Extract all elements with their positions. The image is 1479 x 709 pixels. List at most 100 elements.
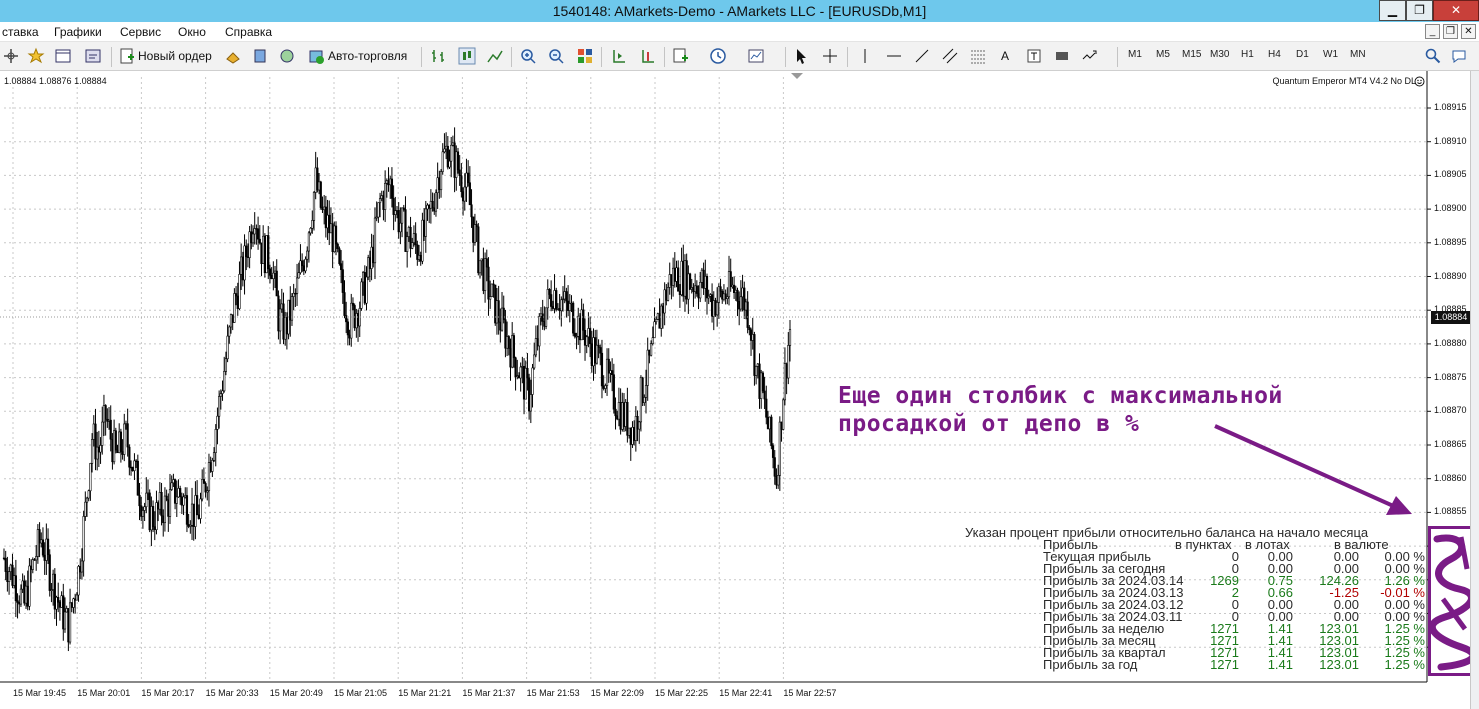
mdi-restore-button[interactable]: ❐ — [1443, 24, 1458, 39]
library-icon[interactable] — [251, 47, 269, 65]
tf-w1[interactable]: W1 — [1323, 49, 1338, 60]
line-chart-icon[interactable] — [486, 47, 504, 65]
candle — [336, 242, 339, 253]
candle — [651, 326, 654, 346]
tile-windows-icon[interactable] — [576, 47, 594, 65]
candle — [682, 244, 685, 302]
candle — [716, 287, 719, 327]
candle — [329, 207, 333, 234]
vertical-scrollbar[interactable] — [1470, 71, 1479, 709]
crosshair-move-icon[interactable] — [2, 47, 20, 65]
candle — [565, 287, 568, 318]
periods-clock-icon[interactable] — [709, 47, 727, 65]
mdi-minimize-button[interactable]: _ — [1425, 24, 1440, 39]
navigator-icon[interactable] — [84, 47, 102, 65]
tf-h1[interactable]: H1 — [1241, 49, 1254, 60]
tf-mn[interactable]: MN — [1350, 49, 1366, 60]
candle — [472, 216, 475, 253]
text-label-icon[interactable] — [1025, 47, 1043, 65]
horizontal-line-icon[interactable] — [885, 47, 903, 65]
candle — [531, 363, 534, 408]
candle — [704, 259, 707, 302]
candle — [648, 349, 651, 364]
time-tick-label: 15 Mar 19:45 — [13, 688, 67, 698]
candle — [727, 255, 731, 306]
candle — [517, 372, 521, 379]
fibonacci-icon[interactable] — [969, 47, 987, 65]
templates-icon[interactable] — [747, 47, 765, 65]
candle — [317, 172, 321, 195]
tf-d1[interactable]: D1 — [1296, 49, 1309, 60]
text-tool-button[interactable]: A — [1001, 47, 1009, 66]
zoom-out-icon[interactable] — [547, 47, 565, 65]
candle — [670, 274, 673, 300]
candle — [224, 351, 228, 376]
candle — [234, 286, 238, 306]
candle — [585, 335, 588, 354]
market-watch-icon[interactable] — [54, 47, 72, 65]
candle — [688, 272, 692, 291]
candle — [558, 294, 561, 320]
candlestick-icon[interactable] — [458, 47, 476, 65]
menu-insert[interactable]: ставка — [2, 25, 39, 39]
candle — [165, 489, 168, 502]
chart-shift-icon[interactable] — [610, 47, 628, 65]
candle — [780, 421, 783, 442]
tf-m30[interactable]: M30 — [1210, 49, 1229, 60]
candle — [74, 593, 77, 614]
favorites-icon[interactable] — [27, 47, 45, 65]
rectangle-icon[interactable] — [1053, 47, 1071, 65]
equidistant-channel-icon[interactable] — [941, 47, 959, 65]
candle — [616, 410, 619, 421]
candle — [429, 189, 432, 224]
zoom-in-icon[interactable] — [519, 47, 537, 65]
candle — [167, 493, 170, 532]
menu-help[interactable]: Справка — [225, 25, 272, 39]
restore-button[interactable]: ❐ — [1406, 0, 1433, 21]
candle — [62, 583, 65, 641]
price-tick-label: 1.08895 — [1434, 236, 1467, 247]
candle — [294, 288, 297, 308]
gold-bars-icon[interactable] — [224, 47, 242, 65]
search-icon[interactable] — [1424, 47, 1442, 65]
arrows-icon[interactable] — [1080, 47, 1098, 65]
chart-area[interactable]: 1.08884 1.08876 1.08884 Quantum Emperor … — [0, 71, 1479, 709]
tf-m15[interactable]: M15 — [1182, 49, 1201, 60]
menu-window[interactable]: Окно — [178, 25, 206, 39]
tf-m1[interactable]: M1 — [1128, 49, 1142, 60]
minimize-button[interactable]: ▁ — [1379, 0, 1406, 21]
candle — [534, 325, 538, 358]
tf-h4[interactable]: H4 — [1268, 49, 1281, 60]
annotation-line-2: просадкой от депо в % — [838, 411, 1140, 437]
indicators-icon[interactable] — [672, 47, 690, 65]
menu-tools[interactable]: Сервис — [120, 25, 161, 39]
candle — [490, 283, 493, 298]
auto-trading-button[interactable]: Авто-торговля — [328, 47, 407, 66]
candle — [285, 312, 288, 350]
candle — [358, 301, 361, 338]
candle — [251, 225, 255, 247]
candle — [85, 496, 89, 517]
candle — [216, 407, 219, 445]
chart-shift-marker-icon[interactable] — [791, 73, 803, 79]
vertical-line-icon[interactable] — [856, 47, 874, 65]
autoscroll-icon[interactable] — [639, 47, 657, 65]
close-button[interactable]: ✕ — [1433, 0, 1479, 21]
crosshair-icon[interactable] — [821, 47, 839, 65]
bar-chart-icon[interactable] — [430, 47, 448, 65]
candle — [672, 257, 675, 297]
trendline-icon[interactable] — [913, 47, 931, 65]
candle — [761, 371, 764, 394]
candle — [13, 567, 16, 589]
candle — [675, 260, 678, 288]
candle — [256, 216, 260, 250]
new-order-button[interactable]: Новый ордер — [138, 47, 212, 66]
signal-icon[interactable] — [278, 47, 296, 65]
cursor-icon[interactable] — [792, 47, 810, 65]
tf-m5[interactable]: M5 — [1156, 49, 1170, 60]
chat-icon[interactable] — [1450, 47, 1468, 65]
mdi-close-button[interactable]: ✕ — [1461, 24, 1476, 39]
candle — [461, 187, 465, 216]
menu-charts[interactable]: Графики — [54, 25, 102, 39]
candle — [41, 527, 45, 558]
